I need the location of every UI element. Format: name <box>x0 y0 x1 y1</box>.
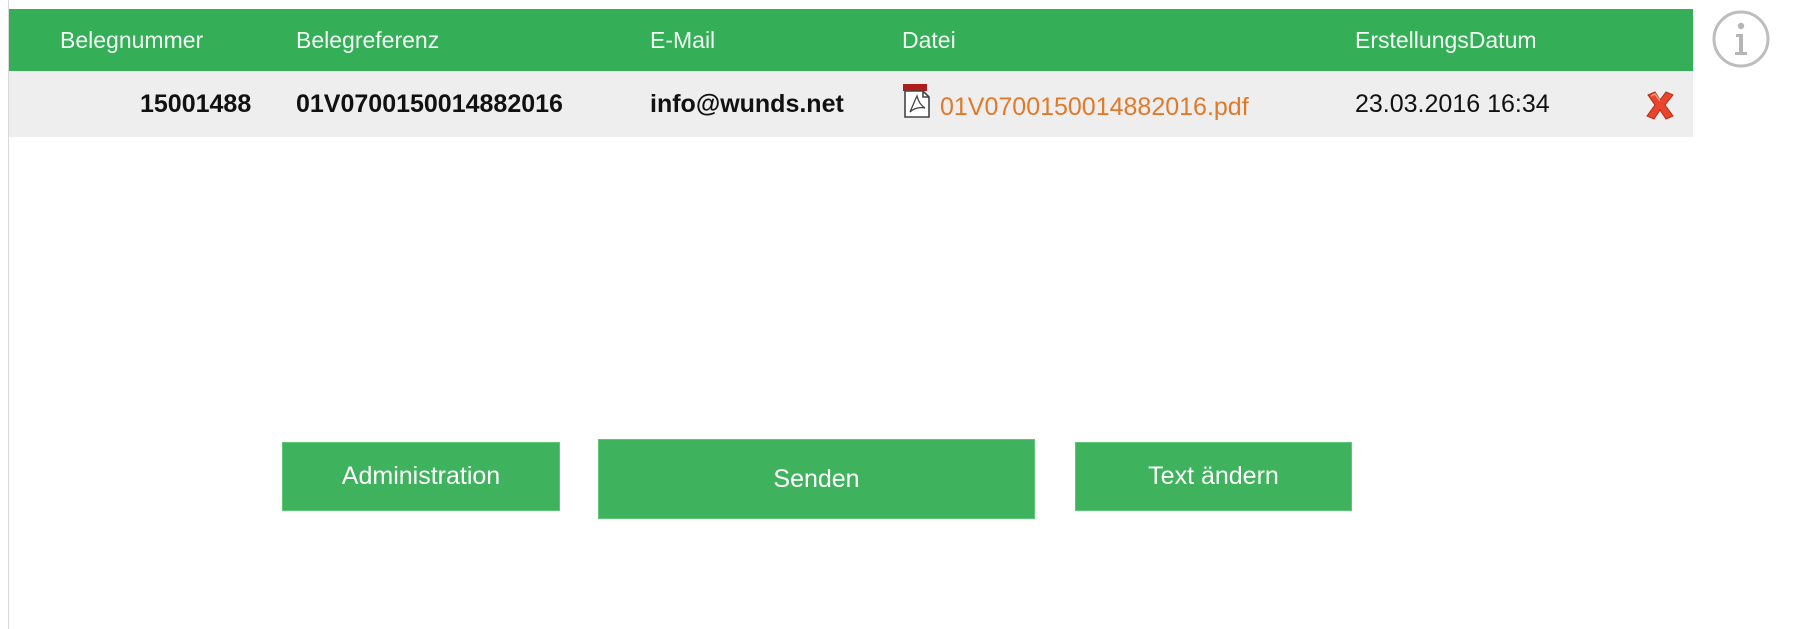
documents-page: Belegnummer Belegreferenz E-Mail Datei E… <box>0 0 1793 629</box>
header-datei[interactable]: Datei <box>902 9 956 71</box>
pdf-icon[interactable] <box>902 83 936 119</box>
documents-table: Belegnummer Belegreferenz E-Mail Datei E… <box>9 9 1693 137</box>
send-button[interactable]: Senden <box>598 439 1035 519</box>
info-icon[interactable] <box>1710 8 1772 70</box>
header-email[interactable]: E-Mail <box>650 9 715 71</box>
header-belegreferenz[interactable]: Belegreferenz <box>296 9 439 71</box>
cell-erstellungsdatum: 23.03.2016 16:34 <box>1355 90 1550 118</box>
table-row[interactable]: 15001488 01V0700150014882016 info@wunds.… <box>9 71 1693 137</box>
cell-belegnummer: 15001488 <box>140 90 252 118</box>
cell-email: info@wunds.net <box>650 90 844 118</box>
administration-button[interactable]: Administration <box>282 442 560 511</box>
cell-belegreferenz: 01V0700150014882016 <box>296 90 563 118</box>
cell-datei: 01V0700150014882016.pdf <box>902 71 1249 137</box>
table-header: Belegnummer Belegreferenz E-Mail Datei E… <box>9 9 1693 71</box>
delete-icon[interactable] <box>1643 89 1677 121</box>
header-erstellungsdatum[interactable]: ErstellungsDatum <box>1355 9 1537 71</box>
header-belegnummer[interactable]: Belegnummer <box>60 9 203 71</box>
file-link[interactable]: 01V0700150014882016.pdf <box>940 93 1249 122</box>
change-text-button[interactable]: Text ändern <box>1075 442 1352 511</box>
